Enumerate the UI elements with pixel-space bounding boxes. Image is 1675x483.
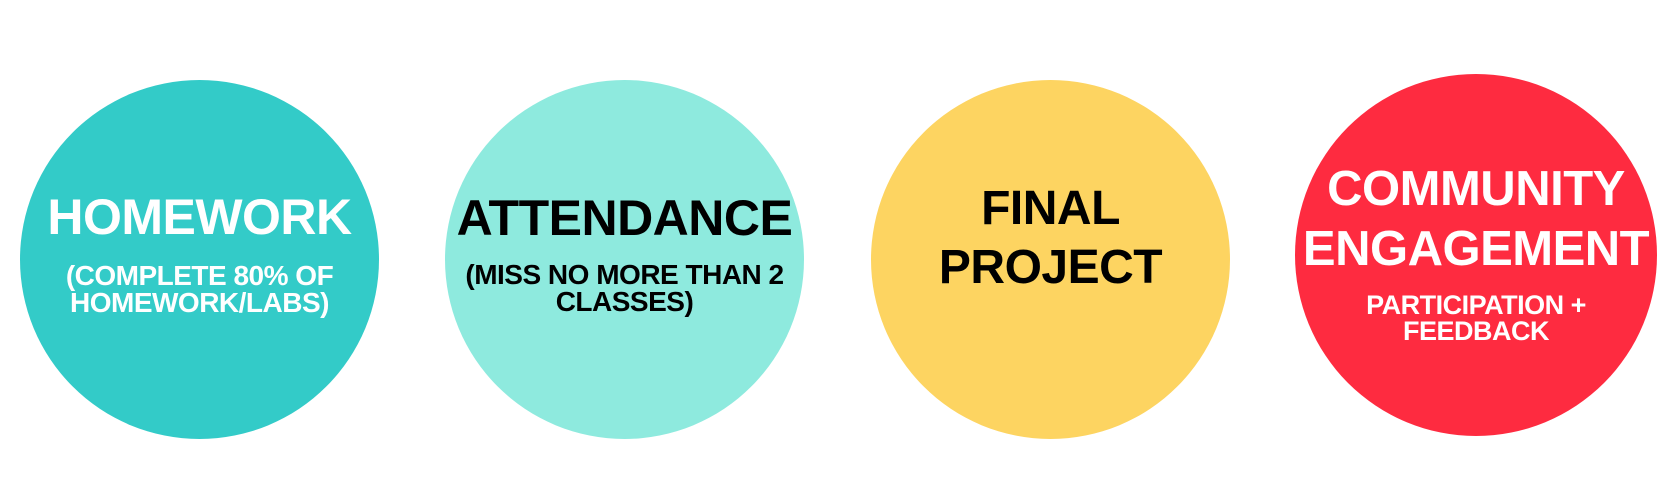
- final-project-circle: FINAL PROJECT: [871, 80, 1230, 439]
- homework-circle: HOMEWORK (COMPLETE 80% OF HOMEWORK/LABS): [20, 80, 379, 439]
- homework-subtitle: (COMPLETE 80% OF HOMEWORK/LABS): [20, 260, 379, 318]
- attendance-subtitle-line1: (MISS NO MORE THAN 2: [465, 259, 784, 290]
- homework-title: HOMEWORK: [47, 189, 352, 245]
- attendance-circle: ATTENDANCE (MISS NO MORE THAN 2 CLASSES): [445, 80, 804, 439]
- attendance-subtitle: (MISS NO MORE THAN 2 CLASSES): [445, 259, 804, 317]
- community-engagement-title-line2: ENGAGEMENT: [1302, 221, 1650, 276]
- attendance-title: ATTENDANCE: [456, 190, 793, 246]
- community-engagement-title: COMMUNITY ENGAGEMENT: [1295, 160, 1657, 280]
- community-engagement-title-line1: COMMUNITY: [1327, 162, 1625, 216]
- community-engagement-subtitle-line2: FEEDBACK: [1402, 315, 1550, 346]
- final-project-title: FINAL PROJECT: [871, 180, 1230, 297]
- homework-subtitle-line1: (COMPLETE 80% OF: [65, 260, 334, 291]
- final-project-title-line1: FINAL: [981, 182, 1120, 235]
- homework-subtitle-line2: HOMEWORK/LABS): [70, 286, 329, 318]
- attendance-subtitle-line2: CLASSES): [555, 285, 694, 317]
- community-engagement-subtitle: PARTICIPATION + FEEDBACK: [1295, 290, 1657, 346]
- community-engagement-subtitle-line1: PARTICIPATION +: [1366, 290, 1586, 320]
- community-engagement-circle: COMMUNITY ENGAGEMENT PARTICIPATION + FEE…: [1295, 74, 1657, 436]
- final-project-title-line2: PROJECT: [938, 240, 1163, 294]
